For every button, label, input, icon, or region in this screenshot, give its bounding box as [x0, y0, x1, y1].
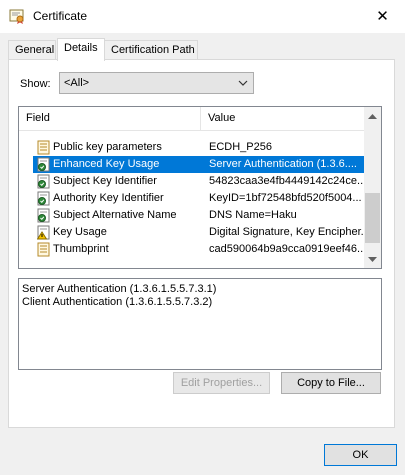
document-icon [37, 242, 51, 257]
chevron-down-icon [238, 76, 248, 93]
field-name: Public key parameters [53, 141, 162, 153]
field-value: Server Authentication (1.3.6.... [209, 158, 357, 170]
tab-label: Certification Path [111, 44, 195, 56]
column-header-value[interactable]: Value [208, 112, 235, 124]
extension-icon [37, 157, 51, 172]
list-rows: Public key parameters ECDH_P256 Enhanced K… [19, 139, 373, 258]
details-panel: Show: <All> Field Value Public key param… [8, 59, 395, 428]
close-button[interactable]: ✕ [360, 0, 405, 31]
show-dropdown-value: <All> [64, 77, 90, 89]
details-line: Client Authentication (1.3.6.1.5.5.7.3.2… [22, 296, 213, 308]
document-icon [37, 140, 51, 155]
list-item[interactable]: Authority Key Identifier KeyID=1bf72548bf… [19, 190, 365, 207]
certificate-icon [9, 8, 26, 25]
copy-to-file-button[interactable]: Copy to File... [281, 372, 381, 394]
field-name: Subject Alternative Name [53, 209, 177, 221]
field-value: KeyID=1bf72548bfd520f5004... [209, 192, 362, 204]
list-header: Field Value [19, 107, 365, 131]
column-header-field[interactable]: Field [26, 112, 50, 124]
list-item[interactable]: Enhanced Key Usage Server Authentication … [19, 156, 373, 173]
extension-icon [37, 208, 51, 223]
title-bar: Certificate ✕ [0, 0, 405, 33]
fields-listview[interactable]: Field Value Public key parameters ECDH_P2… [18, 106, 382, 269]
close-icon: ✕ [376, 7, 389, 25]
list-item[interactable]: Subject Alternative Name DNS Name=Haku [19, 207, 365, 224]
column-divider[interactable] [200, 107, 201, 131]
edit-properties-button[interactable]: Edit Properties... [173, 372, 270, 394]
field-value: 54823caa3e4fb4449142c24ce... [209, 175, 367, 187]
field-name: Subject Key Identifier [53, 175, 157, 187]
tab-label: General [15, 44, 55, 56]
show-label: Show: [20, 78, 51, 90]
show-dropdown[interactable]: <All> [59, 72, 254, 94]
warning-icon [36, 225, 51, 240]
scroll-down-icon[interactable] [364, 251, 381, 268]
field-name: Enhanced Key Usage [53, 158, 160, 170]
window-title: Certificate [33, 9, 88, 23]
ok-button[interactable]: OK [324, 444, 397, 466]
extension-icon [37, 174, 51, 189]
extension-icon [37, 191, 51, 206]
scrollbar-thumb[interactable] [365, 193, 380, 243]
tab-general[interactable]: General [8, 40, 56, 60]
field-details-textbox[interactable]: Server Authentication (1.3.6.1.5.5.7.3.1… [18, 278, 382, 370]
tab-label: Details [64, 42, 98, 54]
list-item[interactable]: Key Usage Digital Signature, Key Encipher… [19, 224, 369, 241]
field-name: Key Usage [53, 226, 107, 238]
field-value: DNS Name=Haku [209, 209, 297, 221]
field-value: Digital Signature, Key Encipher... [209, 226, 369, 238]
field-name: Authority Key Identifier [53, 192, 164, 204]
field-value: ECDH_P256 [209, 141, 272, 153]
list-item[interactable]: Subject Key Identifier 54823caa3e4fb44491… [19, 173, 366, 190]
list-item[interactable]: Thumbprint cad590064b9a9cca0919eef46... [19, 241, 366, 258]
tab-details[interactable]: Details [57, 38, 105, 61]
field-value: cad590064b9a9cca0919eef46... [209, 243, 367, 255]
tab-certification-path[interactable]: Certification Path [104, 40, 198, 60]
scroll-up-icon[interactable] [364, 107, 381, 124]
vertical-scrollbar[interactable] [364, 107, 381, 268]
list-item[interactable]: Public key parameters ECDH_P256 [19, 139, 365, 156]
field-name: Thumbprint [53, 243, 109, 255]
details-line: Server Authentication (1.3.6.1.5.5.7.3.1… [22, 283, 217, 295]
